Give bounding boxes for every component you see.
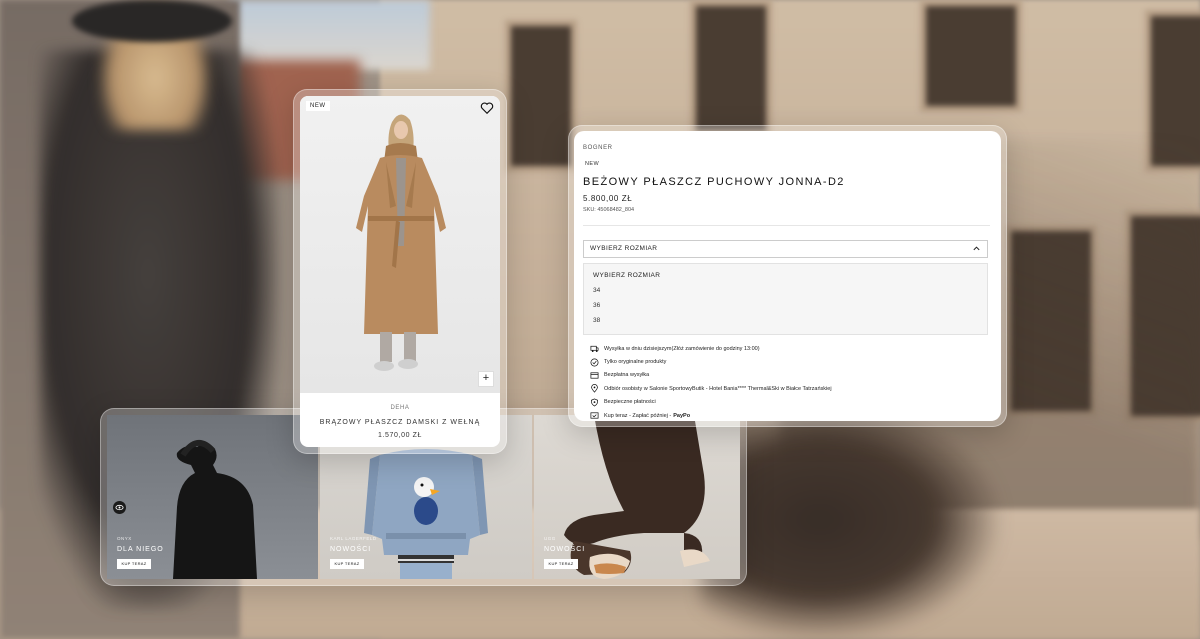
benefit-text: Bezpłatna wysyłka bbox=[604, 372, 650, 379]
category-title: DLA NIEGO bbox=[117, 546, 164, 553]
check-badge-icon bbox=[590, 358, 599, 367]
product-name[interactable]: BRĄZOWY PŁASZCZ DAMSKI Z WEŁNĄ bbox=[300, 419, 500, 426]
product-brand: DEHA bbox=[390, 405, 410, 411]
category-tile[interactable]: UGG NOWOŚCI KUP TERAZ bbox=[534, 415, 740, 579]
product-detail: BOGNER NEW BEŻOWY PŁASZCZ PUCHOWY JONNA-… bbox=[574, 131, 1001, 421]
benefits-list: Wysyłka w dniu dzisiejszym(Złóż zamówien… bbox=[590, 342, 832, 421]
benefit-item: Wysyłka w dniu dzisiejszym(Złóż zamówien… bbox=[590, 342, 832, 355]
benefit-text: Bezpieczne płatności bbox=[604, 399, 656, 406]
benefit-item: Bezpłatna wysyłka bbox=[590, 369, 832, 382]
divider bbox=[583, 225, 990, 226]
benefit-item: Tylko oryginalne produkty bbox=[590, 355, 832, 368]
paypo-logo[interactable]: PayPo bbox=[673, 413, 690, 419]
truck-icon bbox=[590, 372, 599, 379]
category-brand: KARL LAGERFELD bbox=[330, 536, 377, 541]
new-badge: NEW bbox=[585, 161, 600, 167]
heart-icon bbox=[480, 102, 494, 115]
delivery-icon bbox=[590, 346, 599, 353]
size-option[interactable]: 34 bbox=[584, 283, 987, 298]
buy-now-button[interactable]: KUP TERAZ bbox=[117, 559, 151, 569]
add-to-cart-button[interactable]: + bbox=[478, 371, 494, 387]
benefit-item: Odbiór osobisty w Salonie SportowyButik … bbox=[590, 382, 832, 395]
product-card[interactable]: NEW + DEHA BRĄZOWY PŁASZCZ DAMSKI Z WEŁN… bbox=[300, 96, 500, 447]
benefit-text: Odbiór osobisty w Salonie SportowyButik … bbox=[604, 385, 832, 392]
buy-now-button[interactable]: KUP TERAZ bbox=[544, 559, 578, 569]
benefit-text: Kup teraz - Zapłać później - bbox=[604, 412, 672, 419]
benefit-item[interactable]: Kup teraz - Zapłać później - PayPo bbox=[590, 409, 832, 421]
wishlist-button[interactable] bbox=[480, 101, 494, 115]
category-title: NOWOŚCI bbox=[330, 546, 372, 553]
shield-icon bbox=[590, 398, 599, 407]
product-title: BEŻOWY PŁASZCZ PUCHOWY JONNA-D2 bbox=[583, 176, 845, 188]
size-select-value: WYBIERZ ROZMIAR bbox=[590, 245, 658, 252]
benefit-item: Bezpieczne płatności bbox=[590, 396, 832, 409]
buy-now-button[interactable]: KUP TERAZ bbox=[330, 559, 364, 569]
eye-icon bbox=[115, 504, 124, 511]
category-tile-image bbox=[564, 415, 710, 579]
product-detail-frame: BOGNER NEW BEŻOWY PŁASZCZ PUCHOWY JONNA-… bbox=[568, 125, 1007, 427]
benefit-text: Tylko oryginalne produkty bbox=[604, 359, 667, 366]
category-tile-image bbox=[173, 440, 257, 579]
new-badge: NEW bbox=[306, 101, 330, 111]
size-option[interactable]: 36 bbox=[584, 298, 987, 313]
product-image[interactable]: NEW + bbox=[300, 96, 500, 393]
category-title: NOWOŚCI bbox=[544, 546, 586, 553]
product-info: DEHA BRĄZOWY PŁASZCZ DAMSKI Z WEŁNĄ 1.57… bbox=[300, 393, 500, 447]
wallet-icon bbox=[590, 412, 599, 419]
product-card-frame: NEW + DEHA BRĄZOWY PŁASZCZ DAMSKI Z WEŁN… bbox=[293, 89, 507, 454]
size-option-placeholder[interactable]: WYBIERZ ROZMIAR bbox=[584, 268, 987, 283]
product-price: 1.570,00 ZŁ bbox=[378, 432, 422, 439]
category-tile[interactable]: ONYX DLA NIEGO KUP TERAZ bbox=[107, 415, 318, 579]
detail-brand[interactable]: BOGNER bbox=[583, 145, 613, 151]
size-select[interactable]: WYBIERZ ROZMIAR bbox=[583, 240, 988, 258]
product-price: 5.800,00 ZŁ bbox=[583, 194, 633, 203]
size-option[interactable]: 38 bbox=[584, 313, 987, 328]
benefit-text: Wysyłka w dniu dzisiejszym(Złóż zamówien… bbox=[604, 345, 760, 352]
category-brand: UGG bbox=[544, 536, 556, 541]
size-options-list: WYBIERZ ROZMIAR 34 36 38 bbox=[583, 263, 988, 335]
location-pin-icon bbox=[591, 384, 598, 394]
category-brand: ONYX bbox=[117, 536, 132, 541]
coat-model-image bbox=[356, 114, 446, 371]
chevron-up-icon bbox=[973, 246, 980, 251]
product-sku: SKU: 45068482_804 bbox=[583, 207, 635, 213]
quick-view-button[interactable] bbox=[113, 501, 126, 514]
